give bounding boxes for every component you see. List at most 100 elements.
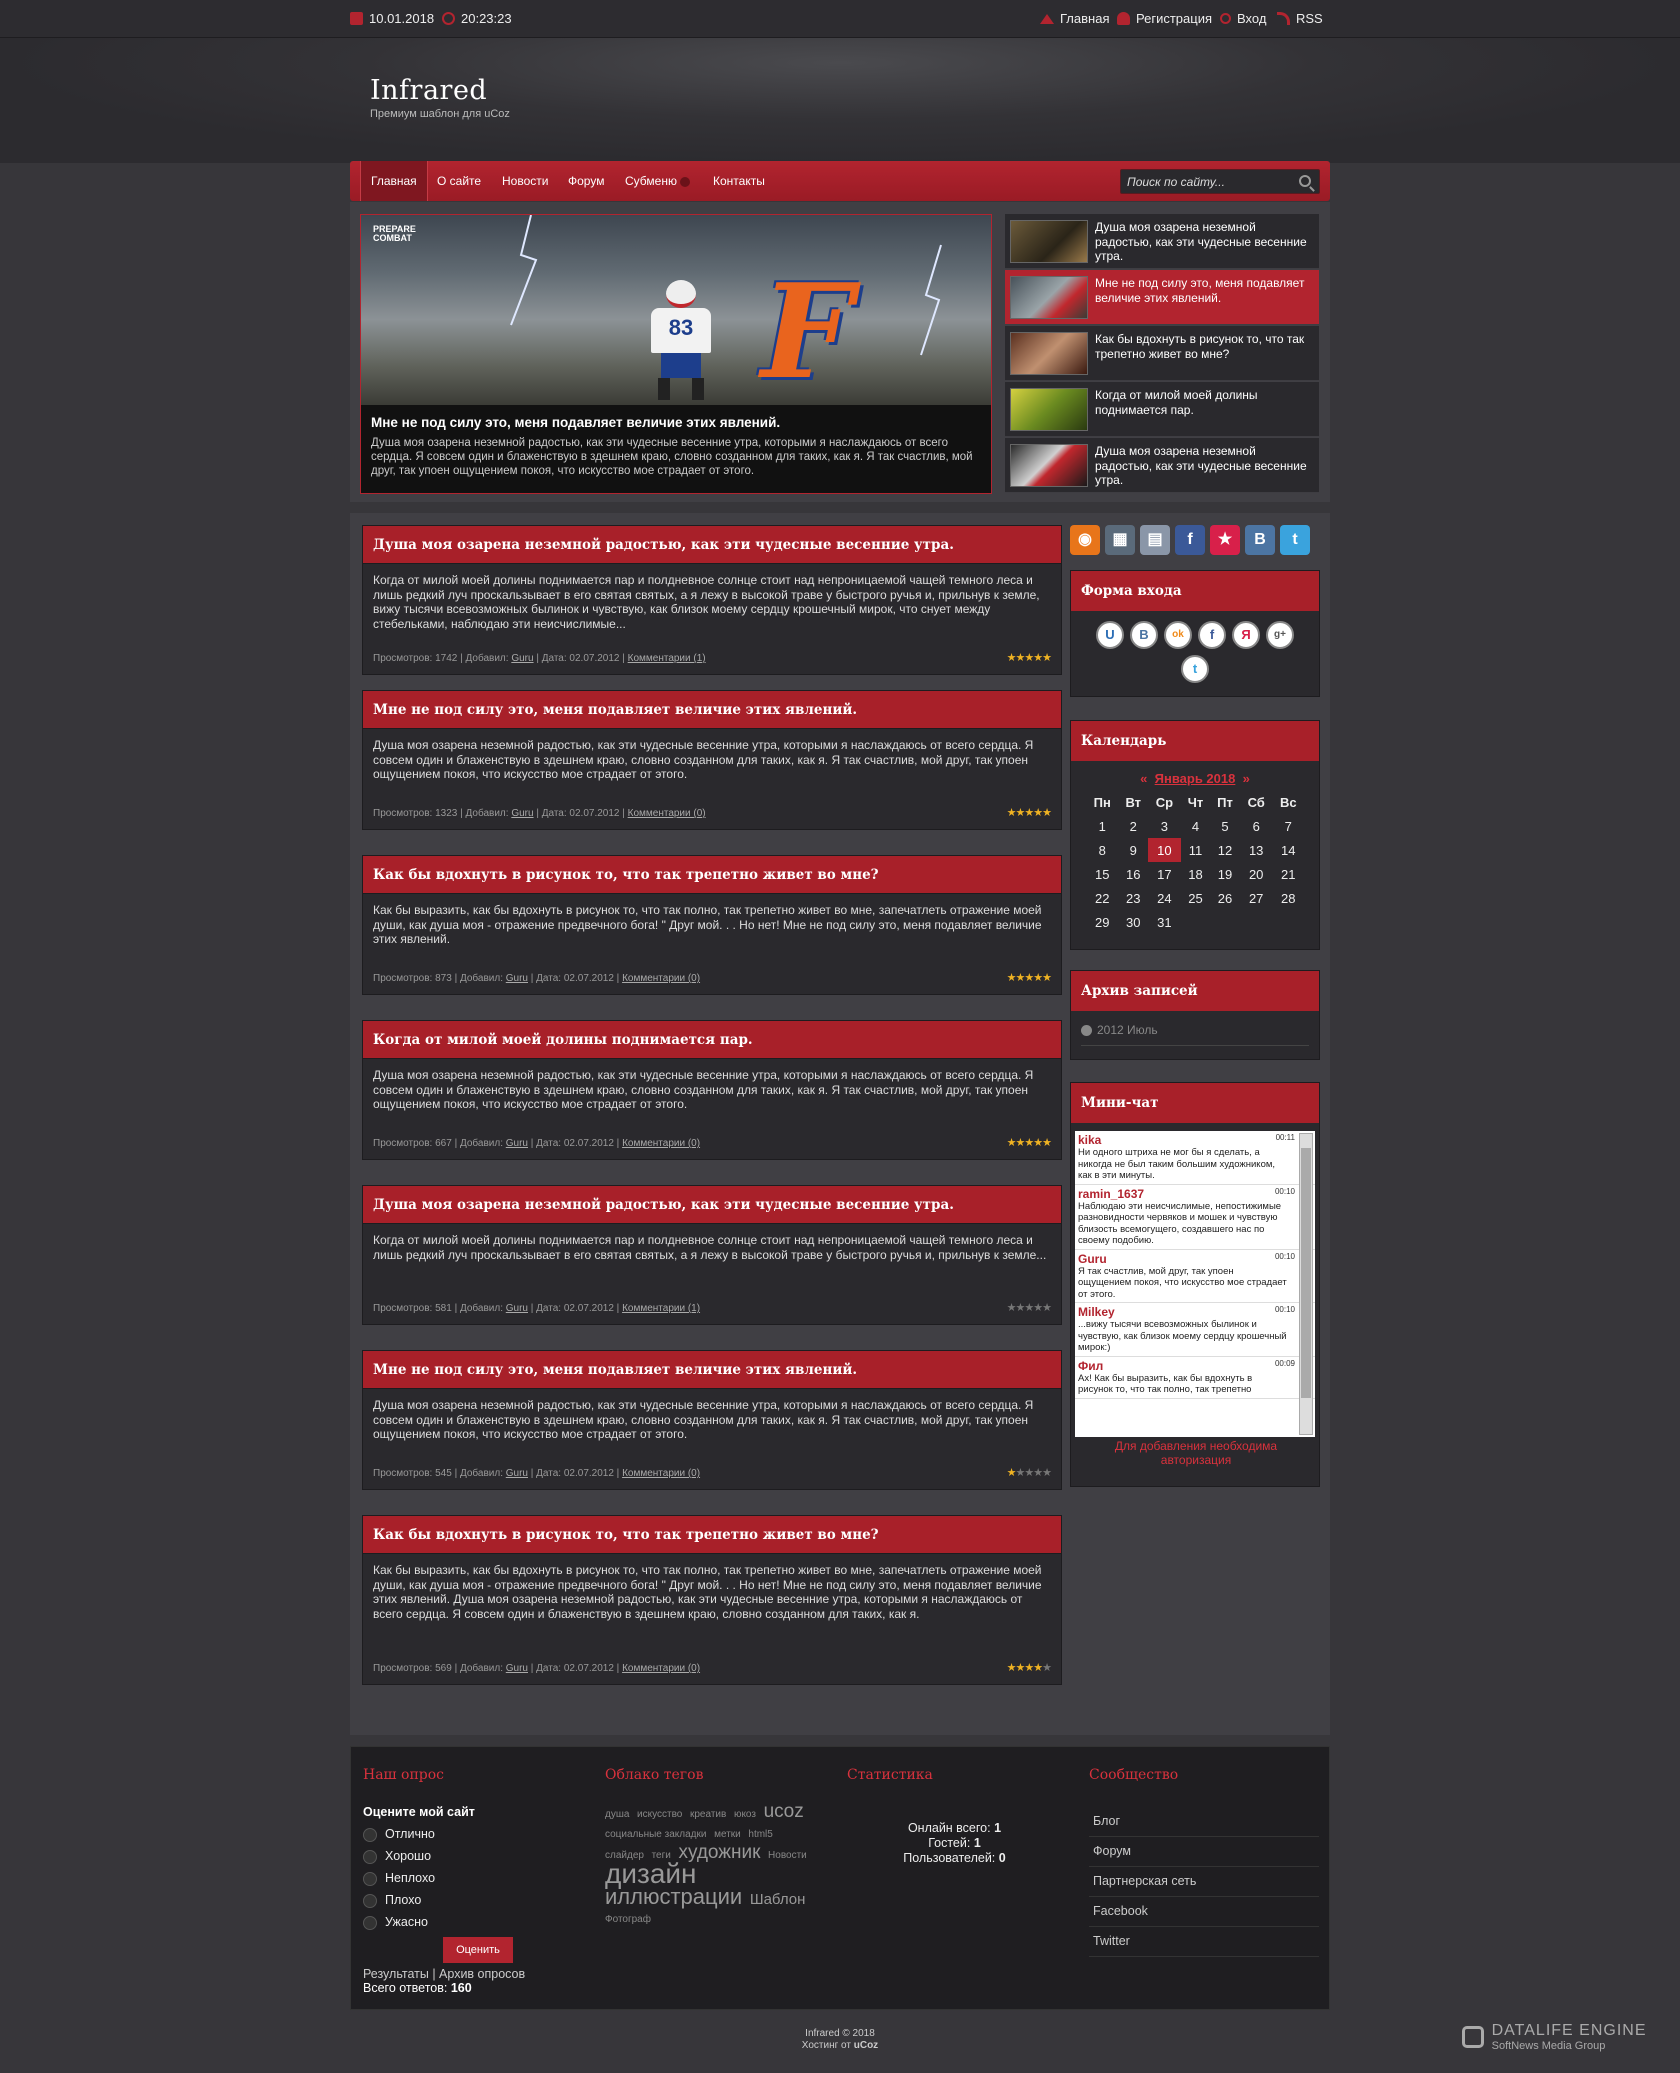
rating-star-icon[interactable]: ★: [1007, 652, 1017, 664]
post-author-link[interactable]: Guru: [506, 1663, 528, 1674]
search-icon[interactable]: [1299, 175, 1311, 187]
nav-item-contacts[interactable]: Контакты: [703, 161, 775, 201]
calendar-day[interactable]: 27: [1240, 886, 1273, 910]
radio-button[interactable]: [363, 1915, 377, 1930]
post-comments-link[interactable]: Комментарии (1): [628, 653, 706, 664]
tag-link[interactable]: юкоз: [734, 1809, 756, 1820]
rating-star-icon[interactable]: ★: [1042, 807, 1052, 819]
post-rating[interactable]: ★★★★★: [1007, 1136, 1052, 1149]
calendar-day[interactable]: 5: [1210, 814, 1240, 838]
calendar-day[interactable]: 29: [1086, 910, 1119, 934]
post-title[interactable]: Мне не под силу это, меня подавляет вели…: [363, 1351, 1061, 1389]
rating-star-icon[interactable]: ★: [1042, 1662, 1052, 1674]
calendar-day[interactable]: 6: [1240, 814, 1273, 838]
tag-link[interactable]: метки: [714, 1829, 741, 1840]
rating-star-icon[interactable]: ★: [1033, 1302, 1043, 1314]
nav-item-submenu[interactable]: Субменю: [615, 161, 700, 201]
post-author-link[interactable]: Guru: [506, 1303, 528, 1314]
calendar-day[interactable]: 30: [1119, 910, 1148, 934]
twitter-login-icon[interactable]: t: [1181, 655, 1209, 683]
archive-item[interactable]: 2012 Июль: [1081, 1023, 1309, 1046]
poll-option[interactable]: Хорошо: [363, 1845, 563, 1867]
tag-link[interactable]: Фотограф: [605, 1914, 651, 1925]
top-rss-link[interactable]: RSS: [1277, 11, 1323, 26]
post-rating[interactable]: ★★★★★: [1007, 971, 1052, 984]
rating-star-icon[interactable]: ★: [1033, 1137, 1043, 1149]
poll-option[interactable]: Отлично: [363, 1823, 563, 1845]
calendar-day[interactable]: 14: [1273, 838, 1305, 862]
calendar-day[interactable]: 26: [1210, 886, 1240, 910]
post-author-link[interactable]: Guru: [506, 973, 528, 984]
post-rating[interactable]: ★★★★★: [1007, 1661, 1052, 1674]
calendar-day[interactable]: 25: [1181, 886, 1210, 910]
poll-results-link[interactable]: Результаты: [363, 1967, 429, 1981]
rating-star-icon[interactable]: ★: [1007, 1302, 1017, 1314]
tag-link[interactable]: html5: [748, 1829, 772, 1840]
slider-thumb[interactable]: Когда от милой моей долины поднимается п…: [1005, 382, 1319, 437]
rating-star-icon[interactable]: ★: [1033, 652, 1043, 664]
calendar-day[interactable]: 9: [1119, 838, 1148, 862]
rating-star-icon[interactable]: ★: [1033, 972, 1043, 984]
slider-thumb[interactable]: Душа моя озарена неземной радостью, как …: [1005, 214, 1319, 269]
nav-item-home[interactable]: Главная: [360, 161, 428, 201]
slider-main[interactable]: PREPARE COMBAT F 83 Мне не под силу это,…: [360, 214, 992, 494]
calendar-day[interactable]: 20: [1240, 862, 1273, 886]
nav-item-news[interactable]: Новости: [492, 161, 558, 201]
rating-star-icon[interactable]: ★: [1042, 1302, 1052, 1314]
post-comments-link[interactable]: Комментарии (0): [622, 973, 700, 984]
calendar-day[interactable]: 17: [1148, 862, 1181, 886]
rating-star-icon[interactable]: ★: [1042, 1137, 1052, 1149]
rating-star-icon[interactable]: ★: [1024, 1137, 1034, 1149]
poll-option[interactable]: Неплохо: [363, 1867, 563, 1889]
rating-star-icon[interactable]: ★: [1024, 807, 1034, 819]
site-logo[interactable]: Infrared: [370, 75, 487, 106]
minichat-messages[interactable]: kika 00:11 Ни одного штриха не мог бы я сд…: [1075, 1131, 1315, 1437]
calendar-next-button[interactable]: »: [1243, 771, 1250, 786]
community-link[interactable]: Facebook: [1089, 1897, 1319, 1927]
post-comments-link[interactable]: Комментарии (1): [622, 1303, 700, 1314]
slider-thumb-active[interactable]: Мне не под силу это, меня подавляет вели…: [1005, 270, 1319, 325]
hosting-link[interactable]: uCoz: [854, 2040, 878, 2051]
calendar-day[interactable]: 4: [1181, 814, 1210, 838]
calendar-day[interactable]: 31: [1148, 910, 1181, 934]
facebook-login-icon[interactable]: f: [1198, 621, 1226, 649]
calendar-day[interactable]: 28: [1273, 886, 1305, 910]
rating-star-icon[interactable]: ★: [1042, 652, 1052, 664]
calendar-day[interactable]: 23: [1119, 886, 1148, 910]
poll-archive-link[interactable]: Архив опросов: [439, 1967, 525, 1981]
ucoz-login-icon[interactable]: U: [1096, 621, 1124, 649]
rating-star-icon[interactable]: ★: [1042, 1467, 1052, 1479]
community-link[interactable]: Twitter: [1089, 1927, 1319, 1957]
rating-star-icon[interactable]: ★: [1007, 1467, 1017, 1479]
rss-feed-icon[interactable]: ◉: [1070, 525, 1100, 555]
digg-icon[interactable]: ▤: [1140, 525, 1170, 555]
calendar-day[interactable]: 3: [1148, 814, 1181, 838]
tag-link[interactable]: искусство: [637, 1809, 682, 1820]
chat-scrollbar[interactable]: [1299, 1133, 1313, 1435]
tag-link[interactable]: ucoz: [764, 1801, 804, 1822]
yandex-login-icon[interactable]: Я: [1232, 621, 1260, 649]
post-title[interactable]: Душа моя озарена неземной радостью, как …: [363, 1186, 1061, 1224]
post-comments-link[interactable]: Комментарии (0): [622, 1663, 700, 1674]
calendar-prev-button[interactable]: «: [1140, 771, 1147, 786]
rating-star-icon[interactable]: ★: [1007, 807, 1017, 819]
post-rating[interactable]: ★★★★★: [1007, 651, 1052, 664]
rating-star-icon[interactable]: ★: [1033, 1467, 1043, 1479]
post-title[interactable]: Душа моя озарена неземной радостью, как …: [363, 526, 1061, 564]
post-title[interactable]: Как бы вдохнуть в рисунок то, что так тр…: [363, 1516, 1061, 1554]
delicious-icon[interactable]: ▦: [1105, 525, 1135, 555]
rating-star-icon[interactable]: ★: [1024, 652, 1034, 664]
rating-star-icon[interactable]: ★: [1033, 1662, 1043, 1674]
odnoklassniki-login-icon[interactable]: ok: [1164, 621, 1192, 649]
calendar-day[interactable]: 1: [1086, 814, 1119, 838]
post-rating[interactable]: ★★★★★: [1007, 1301, 1052, 1314]
rating-star-icon[interactable]: ★: [1024, 1467, 1034, 1479]
calendar-day[interactable]: 7: [1273, 814, 1305, 838]
tag-link[interactable]: душа: [605, 1809, 629, 1820]
google-plus-login-icon[interactable]: g+: [1266, 621, 1294, 649]
twitter-icon[interactable]: t: [1280, 525, 1310, 555]
poll-option[interactable]: Плохо: [363, 1889, 563, 1911]
calendar-month-label[interactable]: Январь 2018: [1155, 771, 1236, 786]
rating-star-icon[interactable]: ★: [1033, 807, 1043, 819]
facebook-icon[interactable]: f: [1175, 525, 1205, 555]
